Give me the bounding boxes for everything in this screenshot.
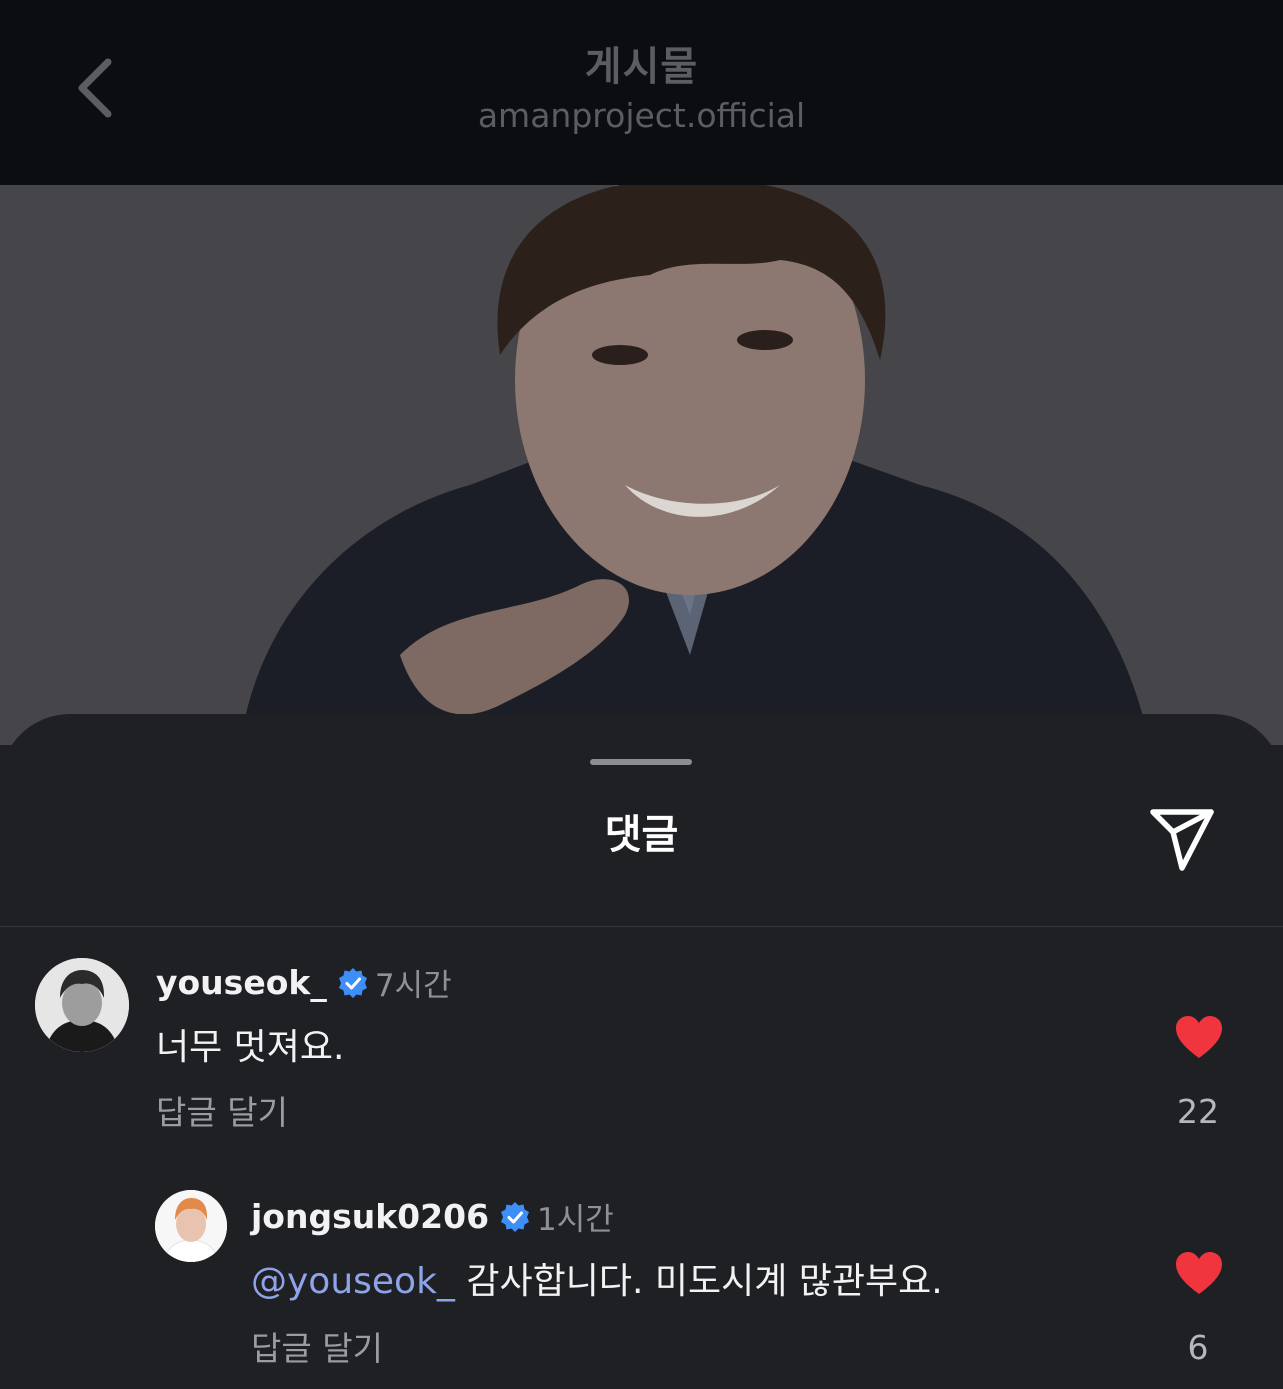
mention-link[interactable]: @youseok_: [251, 1261, 455, 1302]
comment-time: 1시간: [537, 1202, 614, 1238]
avatar-image: [155, 1190, 227, 1262]
page-title: 게시물: [584, 44, 699, 90]
paper-plane-icon: [1150, 809, 1214, 871]
top-nav-bar: 게시물 amanproject.official: [0, 0, 1283, 185]
comments-sheet: 댓글 youseok_ 7시간 너무 멋져요. 답글 달기 22 jongsuk…: [0, 714, 1283, 1389]
like-count: 6: [1187, 1328, 1209, 1367]
comment-text: @youseok_ 감사합니다. 미도시계 많관부요.: [251, 1252, 943, 1304]
account-name[interactable]: amanproject.official: [0, 96, 1283, 135]
reply-button[interactable]: 답글 달기: [251, 1322, 383, 1370]
like-button[interactable]: [1174, 1250, 1224, 1296]
reply-button[interactable]: 답글 달기: [156, 1086, 288, 1134]
heart-icon: [1176, 1016, 1222, 1058]
comment-username[interactable]: youseok_: [156, 963, 327, 1002]
comment-meta: youseok_ 7시간: [156, 960, 452, 1005]
comments-title: 댓글: [604, 812, 679, 858]
share-button[interactable]: [1145, 798, 1219, 872]
verified-badge-icon: [338, 967, 367, 998]
sheet-grabber[interactable]: [590, 759, 692, 765]
avatar[interactable]: [35, 958, 129, 1052]
comment-meta: jongsuk0206 1시간: [251, 1194, 614, 1239]
divider: [0, 926, 1283, 927]
avatar[interactable]: [155, 1190, 227, 1262]
comment-time: 7시간: [374, 968, 452, 1004]
comment-username[interactable]: jongsuk0206: [251, 1197, 489, 1236]
heart-icon: [1176, 1252, 1222, 1294]
comment-text: 너무 멋져요.: [156, 1027, 345, 1068]
post-image: [0, 185, 1283, 745]
post-photo: [240, 185, 1150, 745]
avatar-image: [35, 958, 129, 1052]
verified-badge-icon: [501, 1201, 530, 1232]
comment-body: 감사합니다. 미도시계 많관부요.: [454, 1261, 943, 1302]
like-count: 22: [1177, 1092, 1219, 1131]
like-button[interactable]: [1174, 1014, 1224, 1060]
